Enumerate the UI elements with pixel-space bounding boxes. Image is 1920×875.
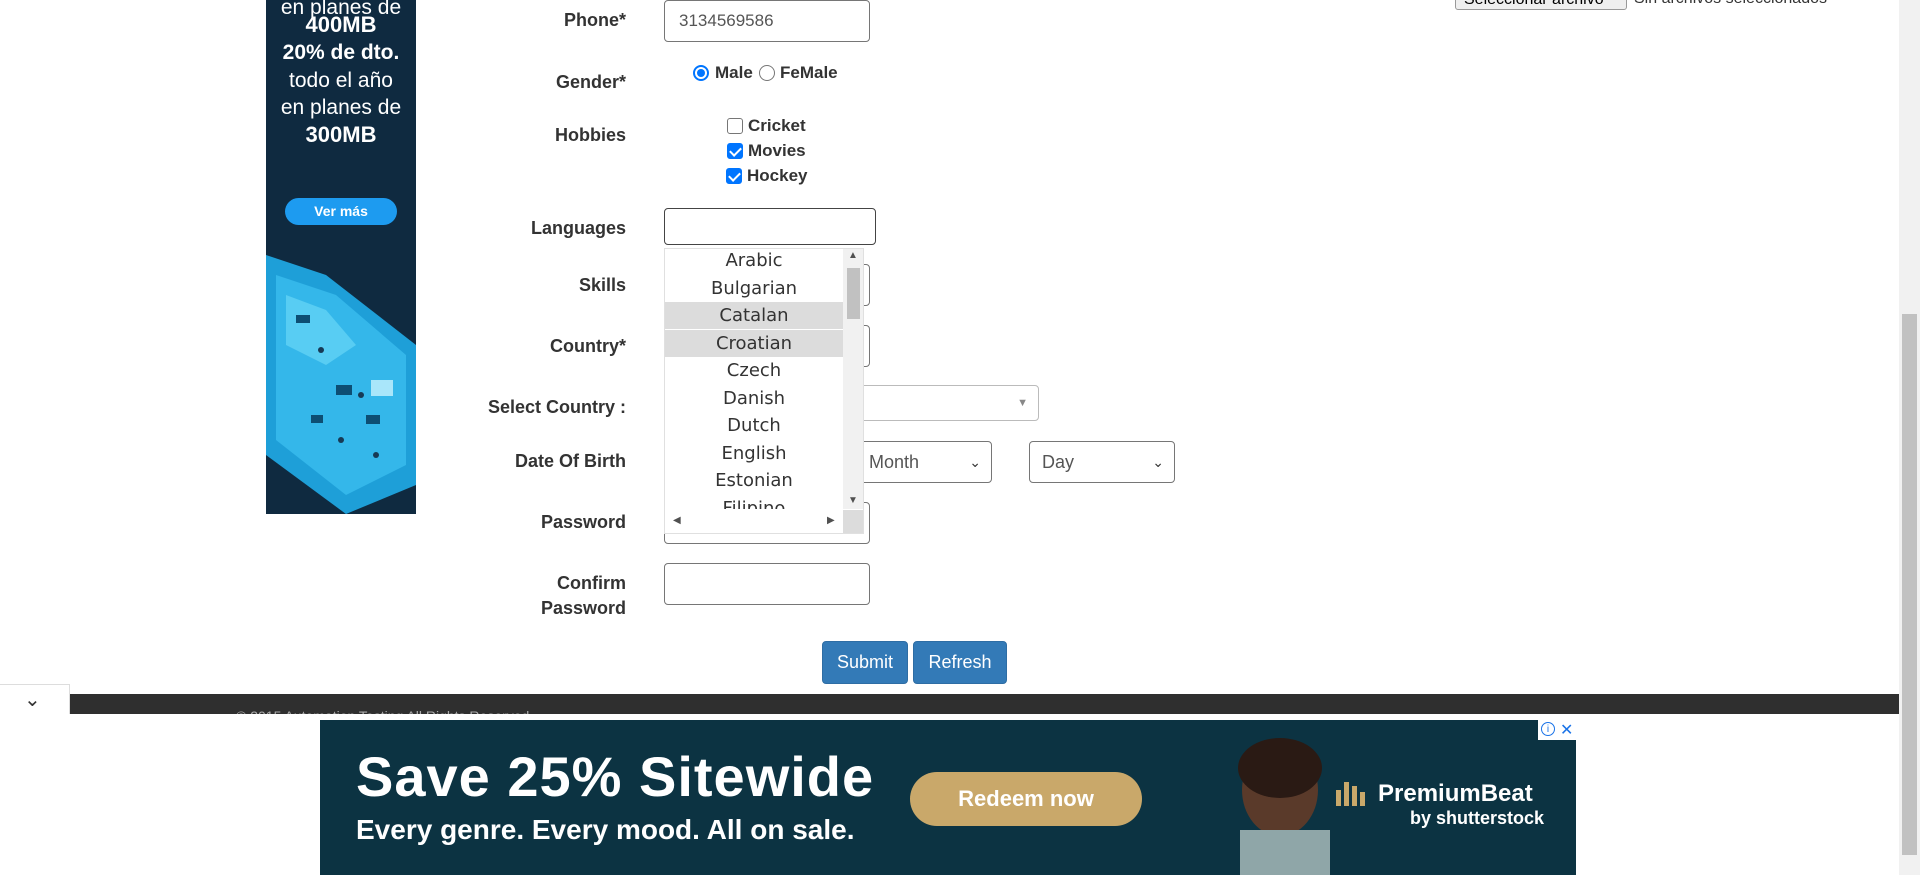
chevron-down-icon: ▼ xyxy=(1017,397,1028,409)
page-scroll-thumb[interactable] xyxy=(1902,314,1917,855)
scroll-left-icon[interactable]: ◀ xyxy=(673,515,681,526)
language-option[interactable]: English xyxy=(665,440,843,467)
footer-text: © 2015 Automation Testing All Rights Res… xyxy=(236,708,533,714)
languages-label: Languages xyxy=(530,218,626,238)
dropdown-horizontal-scrollbar[interactable]: ◀ ▶ xyxy=(665,510,843,533)
hobby-cricket-label: Cricket xyxy=(748,116,806,135)
dob-day-value: Day xyxy=(1042,452,1075,472)
bottom-ad-banner[interactable]: Save 25% Sitewide Every genre. Every moo… xyxy=(320,720,1576,875)
dob-month-value: Month xyxy=(869,452,920,472)
footer-bar: © 2015 Automation Testing All Rights Res… xyxy=(70,694,1900,714)
language-option[interactable]: Dutch xyxy=(665,412,843,439)
gender-male-radio[interactable] xyxy=(693,65,709,81)
chevron-down-icon: ⌄ xyxy=(24,689,41,711)
dropdown-vertical-scrollbar[interactable]: ▲ ▼ xyxy=(843,249,863,509)
ad-info-icon[interactable]: i xyxy=(1541,722,1555,736)
file-status: Sin archivos seleccionados xyxy=(1634,0,1827,8)
languages-dropdown-list[interactable]: Arabic Bulgarian Catalan Croatian Czech Danis… xyxy=(664,248,864,534)
skills-label: Skills xyxy=(578,275,626,295)
gender-label: Gender* xyxy=(555,72,626,92)
ad-line: todo el año xyxy=(289,69,393,92)
hobby-movies-checkbox[interactable] xyxy=(727,143,743,159)
dropdown-scroll-thumb[interactable] xyxy=(847,268,860,319)
ad-controls: i ✕ xyxy=(1538,720,1576,740)
submit-button[interactable]: Submit xyxy=(822,641,908,684)
dob-day-select[interactable]: Day ⌄ xyxy=(1029,441,1175,483)
dob-month-select[interactable]: Month ⌄ xyxy=(856,441,992,483)
gender-female-radio[interactable] xyxy=(759,65,775,81)
confirm-password-label-line1: Confirm xyxy=(557,573,626,593)
ad-brand-name: PremiumBeat xyxy=(1378,780,1533,807)
left-ad-banner[interactable]: en planes de 400MB 20% de dto. todo el a… xyxy=(266,0,416,514)
gender-male-label: Male xyxy=(715,63,753,82)
scroll-right-icon[interactable]: ▶ xyxy=(827,515,835,526)
hobby-hockey-label: Hockey xyxy=(747,166,808,185)
language-option[interactable]: Arabic xyxy=(665,249,843,274)
hobby-movies-label: Movies xyxy=(748,141,806,160)
premiumbeat-logo-icon xyxy=(1336,782,1365,806)
language-option[interactable]: Catalan xyxy=(665,302,843,329)
ad-line: 300MB xyxy=(305,122,377,147)
language-option[interactable]: Estonian xyxy=(665,467,843,494)
dob-label: Date Of Birth xyxy=(514,451,626,471)
chevron-down-icon: ⌄ xyxy=(969,454,981,470)
ad-office-illustration-icon xyxy=(266,255,416,514)
phone-input[interactable]: 3134569586 xyxy=(664,0,870,42)
hobby-hockey-checkbox[interactable] xyxy=(726,168,742,184)
language-option[interactable]: Danish xyxy=(665,385,843,412)
scrollbar-corner xyxy=(843,510,863,533)
hobby-cricket-checkbox[interactable] xyxy=(727,118,743,134)
scroll-down-icon[interactable]: ▼ xyxy=(848,495,858,506)
choose-file-button[interactable]: Seleccionar archivo xyxy=(1455,0,1627,10)
phone-label: Phone* xyxy=(563,10,626,30)
chevron-down-icon: ⌄ xyxy=(1152,454,1164,470)
ad-redeem-button[interactable]: Redeem now xyxy=(910,772,1142,826)
ad-line: 20% de dto. xyxy=(282,41,400,64)
select-country-label: Select Country : xyxy=(487,397,626,417)
ad-cta-button[interactable]: Ver más xyxy=(285,198,397,225)
hobbies-label: Hobbies xyxy=(554,125,626,145)
ad-line: 400MB xyxy=(305,12,377,37)
ad-brand-sub: by shutterstock xyxy=(1410,808,1545,828)
gender-female-label: FeMale xyxy=(780,63,838,82)
collapse-ad-tab[interactable]: ⌄ xyxy=(0,684,70,714)
ad-headline: Save 25% Sitewide xyxy=(356,745,875,808)
language-option[interactable]: Filipino xyxy=(665,495,843,510)
ad-line: en planes de xyxy=(280,96,402,119)
confirm-password-input[interactable] xyxy=(664,563,870,605)
language-option[interactable]: Croatian xyxy=(665,329,843,357)
country-label: Country* xyxy=(550,336,626,356)
refresh-button[interactable]: Refresh xyxy=(913,641,1007,684)
password-label: Password xyxy=(540,512,626,532)
ad-close-icon[interactable]: ✕ xyxy=(1560,720,1573,740)
ad-subline: Every genre. Every mood. All on sale. xyxy=(356,814,855,845)
language-option[interactable]: Bulgarian xyxy=(665,275,843,302)
confirm-password-label-line2: Password xyxy=(540,598,626,618)
language-option[interactable]: Czech xyxy=(665,357,843,384)
languages-options: Arabic Bulgarian Catalan Croatian Czech Danis… xyxy=(665,249,843,509)
languages-input[interactable] xyxy=(664,208,876,245)
scroll-up-icon[interactable]: ▲ xyxy=(848,250,858,261)
